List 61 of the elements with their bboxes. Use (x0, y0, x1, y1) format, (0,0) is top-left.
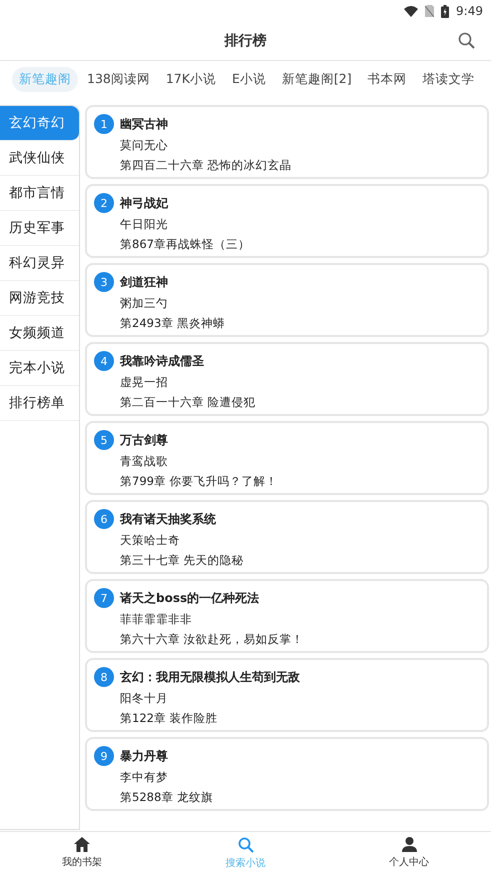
rank-badge: 1 (94, 114, 114, 134)
battery-icon (441, 4, 450, 18)
book-card[interactable]: 9 暴力丹尊 李中有梦 第5288章 龙纹旗 (85, 737, 489, 811)
book-card[interactable]: 7 诸天之boss的一亿种死法 菲菲霏霏非非 第六十六章 汝欲赴死，易如反掌！ (85, 579, 489, 653)
rank-badge: 3 (94, 272, 114, 292)
book-card[interactable]: 4 我靠吟诗成儒圣 虚晃一招 第二百一十六章 险遭侵犯 (85, 342, 489, 416)
source-tab[interactable]: 书本网 (360, 66, 414, 92)
rank-badge: 4 (94, 351, 114, 371)
book-author: 午日阳光 (120, 216, 169, 233)
rank-badge: 5 (94, 430, 114, 450)
latest-chapter: 第2493章 黑炎神蟒 (120, 315, 226, 332)
book-author: 菲菲霏霏非非 (120, 611, 193, 628)
book-author: 天策哈士奇 (120, 532, 181, 549)
latest-chapter: 第六十六章 汝欲赴死，易如反掌！ (120, 631, 305, 648)
book-title: 我有诸天抽奖系统 (120, 510, 216, 528)
source-tab[interactable]: 17K小说 (158, 66, 223, 92)
book-card[interactable]: 6 我有诸天抽奖系统 天策哈士奇 第三十七章 先天的隐秘 (85, 500, 489, 574)
person-icon (402, 837, 417, 852)
book-title: 剑道狂神 (120, 274, 168, 290)
rank-badge: 2 (94, 193, 114, 213)
book-author: 阳冬十月 (120, 690, 169, 707)
search-icon (238, 836, 254, 852)
rank-badge: 7 (94, 588, 114, 608)
wifi-icon (404, 6, 418, 16)
book-author: 粥加三勺 (120, 295, 169, 312)
no-sim-icon (425, 5, 434, 17)
source-tab[interactable]: E小说 (224, 66, 273, 92)
latest-chapter: 第867章再战蛛怪（三） (120, 236, 251, 253)
search-icon[interactable] (458, 32, 475, 49)
book-title: 万古剑尊 (120, 432, 168, 448)
page-title: 排行榜 (224, 32, 266, 50)
book-title: 我靠吟诗成儒圣 (120, 352, 204, 370)
book-author: 虚晃一招 (120, 374, 169, 391)
latest-chapter: 第122章 装作险胜 (120, 710, 219, 727)
book-author: 青鸾战歌 (120, 453, 169, 470)
source-tab[interactable]: 138阅读网 (80, 66, 157, 92)
latest-chapter: 第四百二十六章 恐怖的冰幻玄晶 (120, 157, 293, 174)
book-title: 玄幻：我用无限模拟人生苟到无敌 (120, 668, 300, 686)
rank-badge: 9 (94, 746, 114, 766)
latest-chapter: 第二百一十六章 险遭侵犯 (120, 394, 257, 411)
book-title: 幽冥古神 (120, 116, 168, 132)
book-title: 诸天之boss的一亿种死法 (120, 590, 260, 606)
home-icon (74, 837, 90, 852)
book-author: 李中有梦 (120, 769, 169, 786)
rank-badge: 8 (94, 667, 114, 687)
latest-chapter: 第5288章 龙纹旗 (120, 789, 214, 806)
book-author: 莫问无心 (120, 137, 169, 154)
source-tab[interactable]: 新笔趣阁[2] (274, 66, 359, 92)
book-card[interactable]: 5 万古剑尊 青鸾战歌 第799章 你要飞升吗？了解！ (85, 421, 489, 495)
book-card[interactable]: 3 剑道狂神 粥加三勺 第2493章 黑炎神蟒 (85, 263, 489, 337)
book-card[interactable]: 1 幽冥古神 莫问无心 第四百二十六章 恐怖的冰幻玄晶 (85, 105, 489, 179)
source-tab[interactable]: 塔读文学 (416, 66, 482, 92)
rank-badge: 6 (94, 509, 114, 529)
book-card[interactable]: 2 神弓战妃 午日阳光 第867章再战蛛怪（三） (85, 184, 489, 258)
book-title: 神弓战妃 (120, 194, 168, 212)
latest-chapter: 第799章 你要飞升吗？了解！ (120, 473, 279, 490)
category-item[interactable]: 玄幻奇幻 (0, 106, 79, 141)
book-title: 暴力丹尊 (120, 748, 168, 764)
book-card[interactable]: 8 玄幻：我用无限模拟人生苟到无敌 阳冬十月 第122章 装作险胜 (85, 658, 489, 732)
latest-chapter: 第三十七章 先天的隐秘 (120, 552, 245, 569)
status-time: 9:49 (456, 4, 483, 18)
